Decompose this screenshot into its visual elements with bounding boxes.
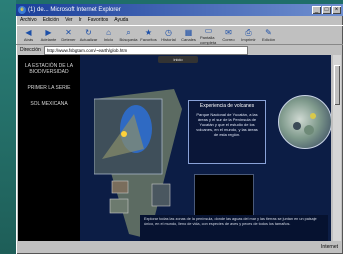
top-tab[interactable]: inicio bbox=[158, 56, 198, 63]
title-bar[interactable]: e (1) de... Microsoft Internet Explorer … bbox=[16, 4, 343, 16]
channels-icon: ▦ bbox=[184, 28, 193, 37]
address-bar: Dirección http://www.fsbgtam.com/~earth/… bbox=[16, 45, 343, 55]
nav-link-estacion[interactable]: LA ESTACIÓN DE LA BIODIVERSIDAD bbox=[21, 63, 77, 75]
close-icon[interactable]: × bbox=[332, 6, 341, 14]
menu-ayuda[interactable]: Ayuda bbox=[114, 16, 128, 25]
desktop-background bbox=[0, 0, 16, 254]
footer-text: Explorar todas las zonas de la península… bbox=[140, 215, 328, 241]
web-page-content: LA ESTACIÓN DE LA BIODIVERSIDAD PRIMER L… bbox=[18, 55, 331, 241]
menu-bar: Archivo Edición Ver Ir Favoritos Ayuda bbox=[16, 16, 343, 25]
info-box: Experiencia de volcanes Parque Nacional … bbox=[188, 100, 266, 164]
stop-icon: ✕ bbox=[65, 28, 72, 37]
address-label: Dirección bbox=[20, 47, 41, 53]
ie-logo-icon: e bbox=[18, 6, 26, 14]
map-marker-icon[interactable] bbox=[121, 131, 127, 137]
history-icon: ◷ bbox=[165, 28, 172, 37]
toolbar: ◀ Atrás ▶ Adelante ✕ Detener ↻ Actualizar ⌂ I… bbox=[16, 25, 343, 45]
minimize-icon[interactable]: _ bbox=[312, 6, 321, 14]
status-bar: Internet bbox=[18, 242, 341, 252]
map-thumbnail-2[interactable] bbox=[109, 198, 129, 214]
edit-icon: ✎ bbox=[265, 28, 272, 37]
search-icon: ⌕ bbox=[126, 28, 131, 37]
mail-icon: ✉ bbox=[225, 28, 232, 37]
satellite-photo[interactable] bbox=[278, 95, 331, 149]
map-thumbnail-1[interactable] bbox=[111, 180, 129, 194]
home-button[interactable]: ⌂ Inicio bbox=[100, 28, 117, 42]
menu-favoritos[interactable]: Favoritos bbox=[88, 16, 109, 25]
print-button[interactable]: ⎙ Imprimir bbox=[240, 28, 257, 42]
left-navigation: LA ESTACIÓN DE LA BIODIVERSIDAD PRIMER L… bbox=[18, 55, 80, 241]
menu-ver[interactable]: Ver bbox=[65, 16, 73, 25]
refresh-icon: ↻ bbox=[85, 28, 92, 37]
zone-indicator: Internet bbox=[321, 244, 338, 250]
maximize-icon[interactable]: □ bbox=[322, 6, 331, 14]
scrollbar-thumb[interactable] bbox=[334, 65, 340, 105]
info-title: Experiencia de volcanes bbox=[199, 103, 255, 109]
favorites-icon: ★ bbox=[144, 28, 153, 37]
info-text: Parque Nacional de Yucatán, a las áreas … bbox=[196, 112, 258, 137]
fullscreen-button[interactable]: ▭ Pantalla completa bbox=[200, 26, 217, 45]
window-controls: _ □ × bbox=[312, 6, 341, 14]
menu-edicion[interactable]: Edición bbox=[43, 16, 59, 25]
menu-ir[interactable]: Ir bbox=[79, 16, 82, 25]
history-button[interactable]: ◷ Historial bbox=[160, 28, 177, 42]
search-button[interactable]: ⌕ Búsqueda bbox=[120, 28, 138, 42]
edit-button[interactable]: ✎ Edición bbox=[260, 28, 277, 42]
channels-button[interactable]: ▦ Canales bbox=[180, 28, 197, 42]
favorites-button[interactable]: ★ Favoritos bbox=[140, 28, 157, 42]
forward-button[interactable]: ▶ Adelante bbox=[40, 28, 57, 42]
home-icon: ⌂ bbox=[106, 28, 111, 37]
nav-link-sol-mexicana[interactable]: SOL MEXICANA bbox=[21, 101, 77, 107]
nav-link-primer-serie[interactable]: PRIMER LA SERIE bbox=[21, 85, 77, 91]
print-icon: ⎙ bbox=[245, 28, 252, 37]
refresh-button[interactable]: ↻ Actualizar bbox=[80, 28, 98, 42]
stop-button[interactable]: ✕ Detener bbox=[60, 28, 77, 42]
fullscreen-icon: ▭ bbox=[204, 25, 213, 35]
map-thumbnail-3[interactable] bbox=[151, 183, 171, 207]
back-button[interactable]: ◀ Atrás bbox=[20, 28, 37, 42]
back-arrow-icon: ◀ bbox=[25, 28, 32, 37]
menu-archivo[interactable]: Archivo bbox=[20, 16, 37, 25]
browser-window: e (1) de... Microsoft Internet Explorer … bbox=[16, 4, 343, 254]
forward-arrow-icon: ▶ bbox=[45, 28, 52, 37]
address-input[interactable]: http://www.fsbgtam.com/~earth/glob.htm bbox=[43, 45, 248, 55]
mail-button[interactable]: ✉ Correo bbox=[220, 28, 237, 42]
vertical-scrollbar[interactable] bbox=[333, 55, 341, 241]
window-title: (1) de... Microsoft Internet Explorer bbox=[28, 7, 121, 13]
photo-detail bbox=[293, 113, 316, 135]
